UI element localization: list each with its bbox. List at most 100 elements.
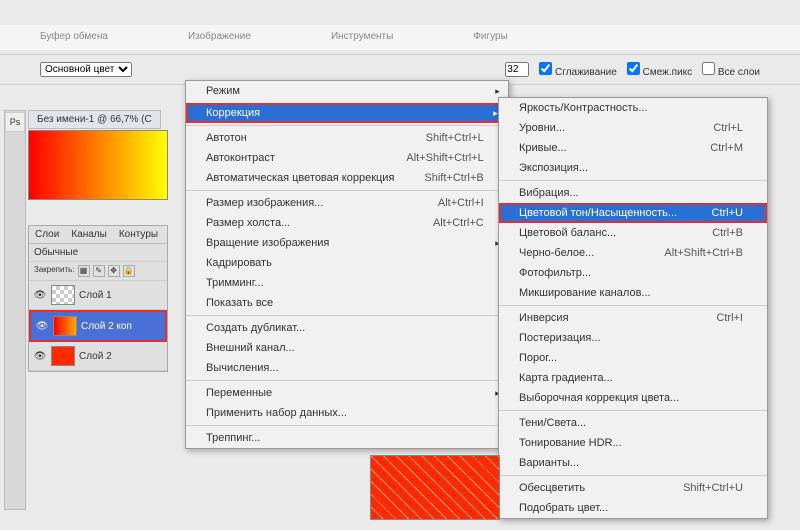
menu-item[interactable]: Режим: [186, 81, 508, 101]
menu-item[interactable]: Применить набор данных...: [186, 403, 508, 423]
lock-all-icon[interactable]: 🔒: [123, 265, 135, 277]
menu-item-shortcut: Ctrl+B: [712, 227, 743, 239]
menu-item[interactable]: Вращение изображения: [186, 233, 508, 253]
canvas-secondary[interactable]: [370, 455, 500, 520]
contiguous-checkbox[interactable]: Смеж.пикс: [627, 62, 692, 78]
visibility-eye-icon[interactable]: 👁: [35, 321, 49, 332]
layer-row[interactable]: 👁 Слой 2 коп: [29, 310, 167, 342]
layer-row[interactable]: 👁 Слой 1: [29, 281, 167, 310]
menu-item[interactable]: Создать дубликат...: [186, 315, 508, 338]
menu-item-label: Карта градиента...: [519, 372, 743, 384]
menu-item[interactable]: Автоматическая цветовая коррекцияShift+C…: [186, 168, 508, 188]
menu-item-label: Вращение изображения: [206, 237, 484, 249]
menu-item[interactable]: Коррекция: [186, 103, 508, 123]
menu-item[interactable]: Выборочная коррекция цвета...: [499, 388, 767, 408]
menu-item[interactable]: Порог...: [499, 348, 767, 368]
menu-item[interactable]: Тримминг...: [186, 273, 508, 293]
menu-item[interactable]: Карта градиента...: [499, 368, 767, 388]
menu-item[interactable]: Цветовой тон/Насыщенность...Ctrl+U: [499, 203, 767, 223]
menu-item-label: Применить набор данных...: [206, 407, 484, 419]
menu-item-label: Подобрать цвет...: [519, 502, 743, 514]
blend-mode-select[interactable]: Обычные: [29, 244, 167, 262]
menu-item-shortcut: Ctrl+M: [710, 142, 743, 154]
menu-item[interactable]: Яркость/Контрастность...: [499, 98, 767, 118]
tab-paths[interactable]: Контуры: [113, 226, 164, 243]
menu-item-label: Автоконтраст: [206, 152, 376, 164]
menu-item-label: Тонирование HDR...: [519, 437, 743, 449]
menu-item[interactable]: Подобрать цвет...: [499, 498, 767, 518]
menu-item-label: Режим: [206, 85, 484, 97]
foreground-mode-select[interactable]: Основной цвет: [40, 62, 132, 77]
tools-sidebar: Ps: [4, 110, 26, 510]
tolerance-input[interactable]: [505, 62, 529, 77]
menu-item-label: Кадрировать: [206, 257, 484, 269]
tab-layers[interactable]: Слои: [29, 226, 65, 243]
menu-item-label: Кривые...: [519, 142, 680, 154]
menu-item[interactable]: Размер изображения... Alt+Ctrl+I: [186, 190, 508, 213]
menu-item[interactable]: Кривые... Ctrl+M: [499, 138, 767, 158]
menu-item-shortcut: Ctrl+U: [712, 207, 743, 219]
menu-item-label: Автоматическая цветовая коррекция: [206, 172, 394, 184]
menu-item[interactable]: Вычисления...: [186, 358, 508, 378]
layer-thumbnail[interactable]: [51, 346, 75, 366]
tab-channels[interactable]: Каналы: [65, 226, 113, 243]
menu-item-label: Инверсия: [519, 312, 686, 324]
visibility-eye-icon[interactable]: 👁: [33, 290, 47, 301]
all-layers-checkbox[interactable]: Все слои: [702, 62, 760, 78]
menu-item[interactable]: Тени/Света...: [499, 410, 767, 433]
menu-item[interactable]: Цветовой баланс... Ctrl+B: [499, 223, 767, 243]
menu-item-shortcut: Alt+Ctrl+C: [433, 217, 484, 229]
menu-item[interactable]: ОбесцветитьShift+Ctrl+U: [499, 475, 767, 498]
layer-row[interactable]: 👁 Слой 2: [29, 342, 167, 371]
menu-item[interactable]: Черно-белое...Alt+Shift+Ctrl+B: [499, 243, 767, 263]
layers-panel: Слои Каналы Контуры Обычные Закрепить: ▦…: [28, 225, 168, 372]
menu-item[interactable]: Экспозиция...: [499, 158, 767, 178]
menu-item-label: Фотофильтр...: [519, 267, 743, 279]
adjustments-submenu: Яркость/Контрастность...Уровни...Ctrl+LК…: [498, 97, 768, 519]
layer-name: Слой 2: [79, 351, 112, 362]
menu-item[interactable]: АвтотонShift+Ctrl+L: [186, 125, 508, 148]
layer-thumbnail[interactable]: [51, 285, 75, 305]
menu-item[interactable]: АвтоконтрастAlt+Shift+Ctrl+L: [186, 148, 508, 168]
canvas-preview[interactable]: [28, 130, 168, 200]
antialias-checkbox[interactable]: Сглаживание: [539, 62, 617, 78]
menu-item[interactable]: Уровни...Ctrl+L: [499, 118, 767, 138]
menu-item-label: Размер холста...: [206, 217, 403, 229]
menu-item[interactable]: Переменные: [186, 380, 508, 403]
menu-item[interactable]: Инверсия Ctrl+I: [499, 305, 767, 328]
menu-item-label: Цветовой баланс...: [519, 227, 682, 239]
layer-name: Слой 1: [79, 290, 112, 301]
menu-item-shortcut: Shift+Ctrl+L: [426, 132, 484, 144]
tab-faded: Буфер обмена: [0, 25, 148, 50]
ps-logo-icon: Ps: [5, 112, 25, 132]
menu-item-label: Размер изображения...: [206, 197, 408, 209]
menu-item-label: Варианты...: [519, 457, 743, 469]
layer-thumbnail[interactable]: [53, 316, 77, 336]
menu-item[interactable]: Вибрация...: [499, 180, 767, 203]
lock-brush-icon[interactable]: ✎: [93, 265, 105, 277]
menu-item-label: Постеризация...: [519, 332, 743, 344]
menu-item[interactable]: Треппинг...: [186, 425, 508, 448]
menu-item[interactable]: Показать все: [186, 293, 508, 313]
menu-item[interactable]: Внешний канал...: [186, 338, 508, 358]
menu-item[interactable]: Размер холста... Alt+Ctrl+C: [186, 213, 508, 233]
menu-item-shortcut: Alt+Ctrl+I: [438, 197, 484, 209]
lock-move-icon[interactable]: ✥: [108, 265, 120, 277]
menu-item-label: Уровни...: [519, 122, 683, 134]
lock-pixels-icon[interactable]: ▦: [78, 265, 90, 277]
window-tabs-strip: Буфер обмена Изображение Инструменты Фиг…: [0, 25, 800, 50]
menu-item[interactable]: Кадрировать: [186, 253, 508, 273]
menu-item[interactable]: Микширование каналов...: [499, 283, 767, 303]
menu-item-label: Внешний канал...: [206, 342, 484, 354]
menu-item[interactable]: Варианты...: [499, 453, 767, 473]
menu-item[interactable]: Постеризация...: [499, 328, 767, 348]
menu-item-shortcut: Ctrl+I: [716, 312, 743, 324]
menu-item-label: Выборочная коррекция цвета...: [519, 392, 743, 404]
menu-item-shortcut: Alt+Shift+Ctrl+B: [664, 247, 743, 259]
menu-item[interactable]: Тонирование HDR...: [499, 433, 767, 453]
menu-item-label: Порог...: [519, 352, 743, 364]
visibility-eye-icon[interactable]: 👁: [33, 351, 47, 362]
menu-item[interactable]: Фотофильтр...: [499, 263, 767, 283]
document-tab[interactable]: Без имени-1 @ 66,7% (С: [28, 110, 161, 129]
tab-faded: Инструменты: [291, 25, 433, 50]
